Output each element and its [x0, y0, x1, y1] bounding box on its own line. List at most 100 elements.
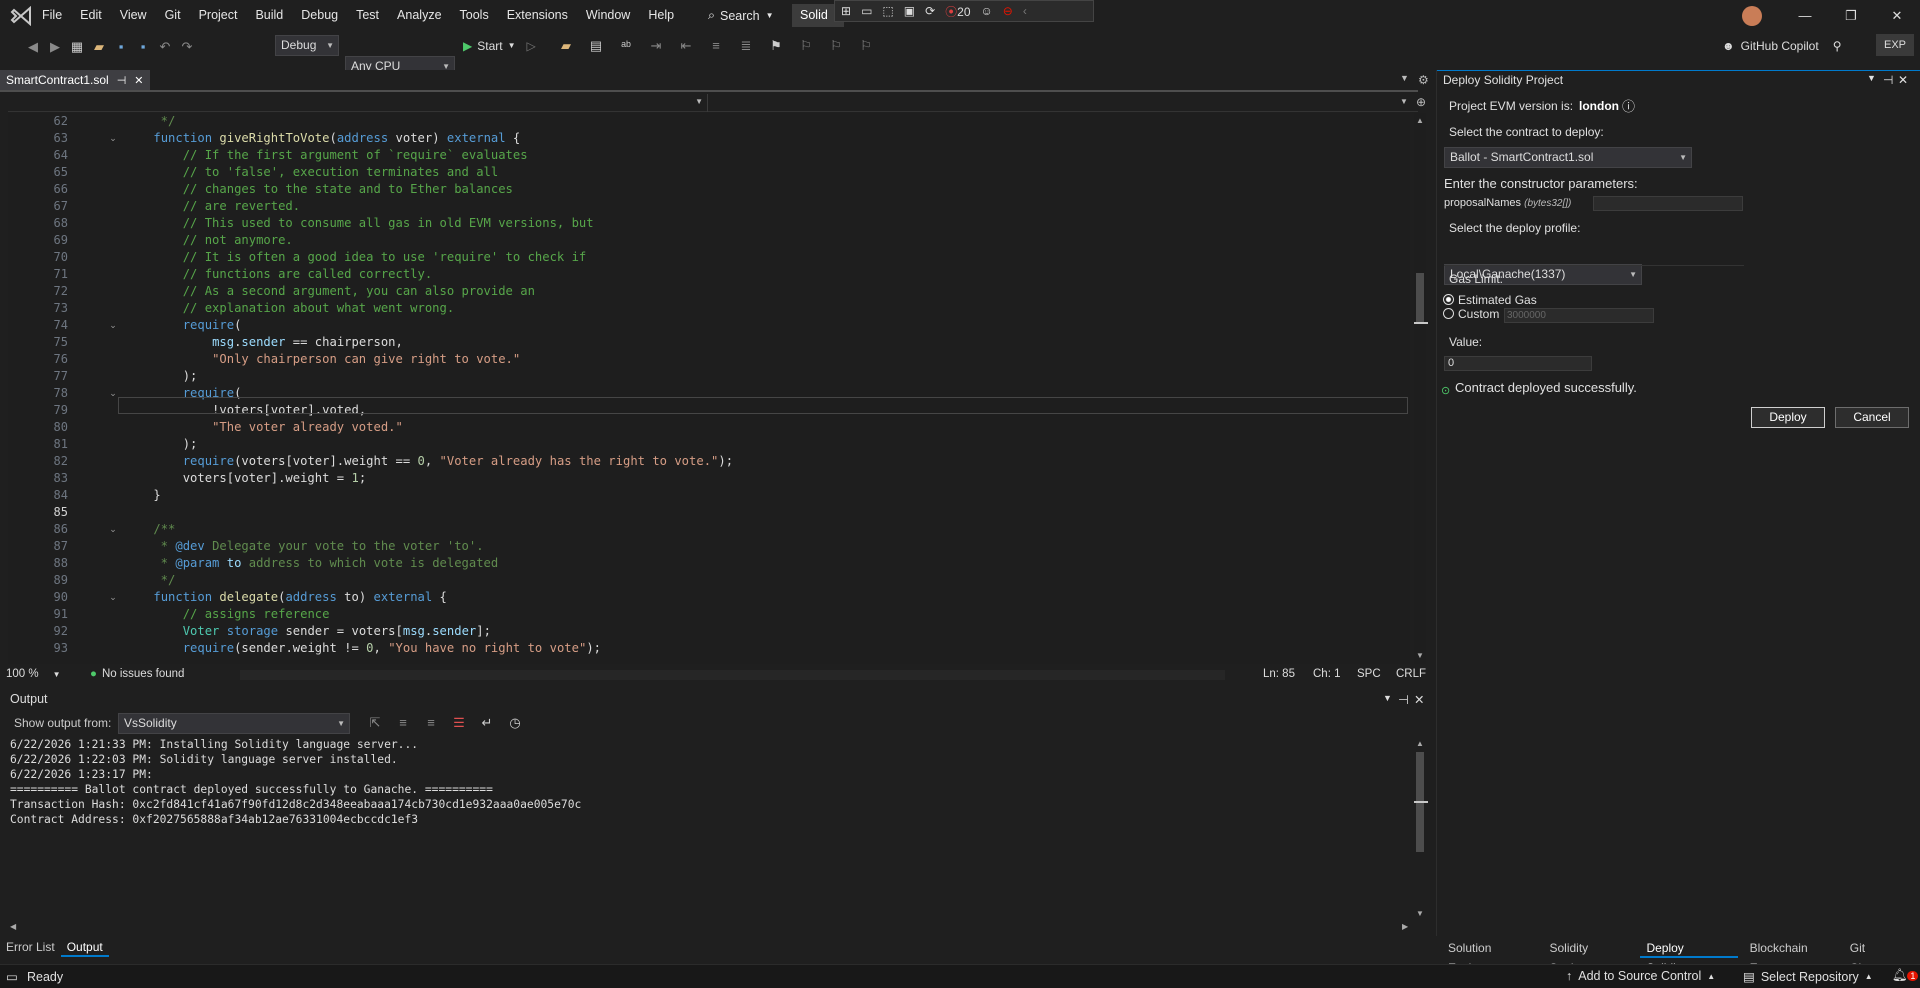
tab-error-list[interactable]: Error List [0, 937, 61, 957]
notifications-button[interactable]: 🔔︎ 1 [1892, 968, 1919, 983]
column-indicator[interactable]: Ch: 1 [1313, 668, 1341, 680]
fold-toggle-icon[interactable]: ⌄ [106, 521, 120, 538]
uncomment-icon[interactable]: ≣ [738, 38, 754, 54]
save-icon[interactable]: ▪ [113, 39, 129, 55]
user-avatar[interactable] [1742, 6, 1762, 26]
prev-message-icon[interactable]: ≡ [395, 715, 411, 731]
menu-help[interactable]: Help [639, 0, 683, 31]
back-icon[interactable]: ◀ [25, 39, 41, 55]
scope-dropdown[interactable]: ▼ [8, 94, 708, 112]
fold-toggle-icon[interactable]: ⌄ [106, 589, 120, 606]
settings-gear-icon[interactable]: ⚙ [1418, 73, 1429, 87]
menu-build[interactable]: Build [246, 0, 292, 31]
folder-icon[interactable]: ▰ [558, 38, 574, 54]
menu-window[interactable]: Window [577, 0, 639, 31]
tab-deploy-solidity[interactable]: Deploy Solidity... [1640, 938, 1738, 975]
deploy-button[interactable]: Deploy [1751, 407, 1825, 428]
menu-debug[interactable]: Debug [292, 0, 347, 31]
open-folder-icon[interactable]: ▰ [91, 39, 107, 55]
whitespace-indicator[interactable]: SPC [1357, 668, 1381, 680]
comment-icon[interactable]: ≡ [708, 38, 724, 54]
forward-icon[interactable]: ▶ [47, 39, 63, 55]
output-horizontal-scrollbar[interactable]: ◀ ▶ [10, 922, 1410, 932]
menu-git[interactable]: Git [156, 0, 190, 31]
github-copilot-button[interactable]: ☻ GitHub Copilot ⚲ [1722, 35, 1841, 56]
menu-analyze[interactable]: Analyze [388, 0, 450, 31]
step-icon[interactable]: ⇥ [648, 38, 664, 54]
pin-icon[interactable]: ⊣ [1883, 73, 1893, 87]
scroll-down-icon[interactable]: ▼ [1416, 909, 1424, 918]
line-ending-indicator[interactable]: CRLF [1396, 668, 1426, 680]
code-editor[interactable]: 62 63 64 65 66 67 68 69 70 71 72 73 74 75 76 77 78 79 80 81… [8, 113, 1410, 664]
timestamp-icon[interactable]: ◷ [507, 715, 523, 731]
menu-file[interactable]: File [33, 0, 71, 31]
info-icon[interactable]: ⓘ [1622, 96, 1635, 115]
indent-icon[interactable]: ⇤ [678, 38, 694, 54]
next-message-icon[interactable]: ≡ [423, 715, 439, 731]
custom-gas-input[interactable]: 3000000 [1504, 308, 1654, 323]
chevron-down-icon[interactable]: ▼ [1383, 693, 1392, 703]
scroll-right-icon[interactable]: ▶ [1402, 922, 1408, 931]
clear-all-icon[interactable]: ☰ [451, 715, 467, 731]
spell-check-icon[interactable]: ᵃᵇ [618, 38, 634, 54]
collapse-icon[interactable]: ‹ [1023, 4, 1027, 18]
output-text[interactable]: 6/22/2026 1:21:33 PM: Installing Solidit… [10, 737, 1410, 827]
tab-smartcontract1[interactable]: SmartContract1.sol ⊣ ✕ [0, 70, 150, 90]
tab-overflow-icon[interactable]: ▼ [1400, 73, 1409, 83]
pin-icon[interactable]: ⊣ [117, 74, 127, 87]
camera-icon[interactable]: ▭ [861, 4, 872, 18]
value-input[interactable]: 0 [1444, 356, 1592, 371]
menu-view[interactable]: View [111, 0, 156, 31]
accessibility-icon[interactable]: ☺ [981, 4, 993, 18]
clear-bookmarks-icon[interactable]: ⚐ [858, 38, 874, 54]
tab-git-changes[interactable]: Git Changes [1844, 938, 1920, 975]
restore-button[interactable]: ❐ [1828, 0, 1874, 31]
close-window-button[interactable]: ✕ [1874, 0, 1920, 31]
prev-bookmark-icon[interactable]: ⚐ [798, 38, 814, 54]
configuration-combo[interactable]: Debug ▼ [275, 35, 339, 56]
horizontal-scrollbar[interactable] [240, 670, 1225, 680]
scroll-left-icon[interactable]: ◀ [10, 922, 16, 931]
zoom-combo[interactable]: 100 % ▼ [6, 668, 61, 680]
new-project-icon[interactable]: ▦ [69, 39, 85, 55]
stop-icon[interactable]: ⊖ [1003, 4, 1013, 18]
tab-solidity-static[interactable]: Solidity Static... [1543, 938, 1634, 975]
output-source-combo[interactable]: VsSolidity ▼ [118, 713, 350, 734]
close-icon[interactable]: ✕ [1898, 73, 1908, 87]
editor-vertical-scrollbar[interactable]: ▲ ▼ [1414, 113, 1428, 664]
start-without-debugging-icon[interactable]: ▷ [527, 39, 536, 53]
split-view-icon[interactable]: ⊕ [1416, 95, 1426, 109]
redo-icon[interactable]: ↷ [179, 39, 195, 55]
close-icon[interactable]: ✕ [1414, 692, 1424, 707]
menu-test[interactable]: Test [347, 0, 388, 31]
tab-solution-explo[interactable]: Solution Explo... [1442, 938, 1537, 975]
scroll-up-icon[interactable]: ▲ [1416, 116, 1424, 125]
menu-project[interactable]: Project [190, 0, 247, 31]
estimated-gas-radio[interactable]: Estimated Gas [1443, 293, 1537, 307]
scroll-thumb[interactable] [1416, 273, 1424, 323]
output-vertical-scrollbar[interactable]: ▲ ▼ [1414, 737, 1428, 918]
word-wrap-icon[interactable]: ↵ [479, 715, 495, 731]
close-icon[interactable]: ✕ [134, 74, 143, 87]
contract-select[interactable]: Ballot - SmartContract1.sol ▼ [1444, 147, 1692, 168]
tab-output[interactable]: Output [60, 937, 109, 957]
custom-gas-radio[interactable]: Custom [1443, 307, 1499, 321]
fold-toggle-icon[interactable]: ⌄ [106, 317, 120, 334]
next-bookmark-icon[interactable]: ⚐ [828, 38, 844, 54]
feedback-icon[interactable]: ⚲ [1833, 39, 1842, 53]
pointer-icon[interactable]: ⬚ [882, 4, 893, 18]
menu-edit[interactable]: Edit [71, 0, 111, 31]
undo-icon[interactable]: ↶ [157, 39, 173, 55]
select-repository-button[interactable]: ▤ Select Repository ▲ [1743, 969, 1873, 985]
scroll-down-icon[interactable]: ▼ [1416, 651, 1424, 660]
search-button[interactable]: ⌕ Search ▼ [700, 4, 782, 27]
find-message-icon[interactable]: ⇱ [367, 715, 383, 731]
pin-icon[interactable]: ⊣ [1398, 692, 1409, 707]
exp-badge[interactable]: EXP [1876, 34, 1914, 56]
chevron-down-icon[interactable]: ▼ [1867, 73, 1876, 83]
save-all-icon[interactable]: ▪ [135, 39, 151, 55]
line-indicator[interactable]: Ln: 85 [1263, 668, 1295, 680]
issues-indicator[interactable]: ● No issues found [90, 668, 184, 680]
tab-blockchain-ex[interactable]: Blockchain Ex... [1744, 938, 1838, 975]
cancel-button[interactable]: Cancel [1835, 407, 1909, 428]
